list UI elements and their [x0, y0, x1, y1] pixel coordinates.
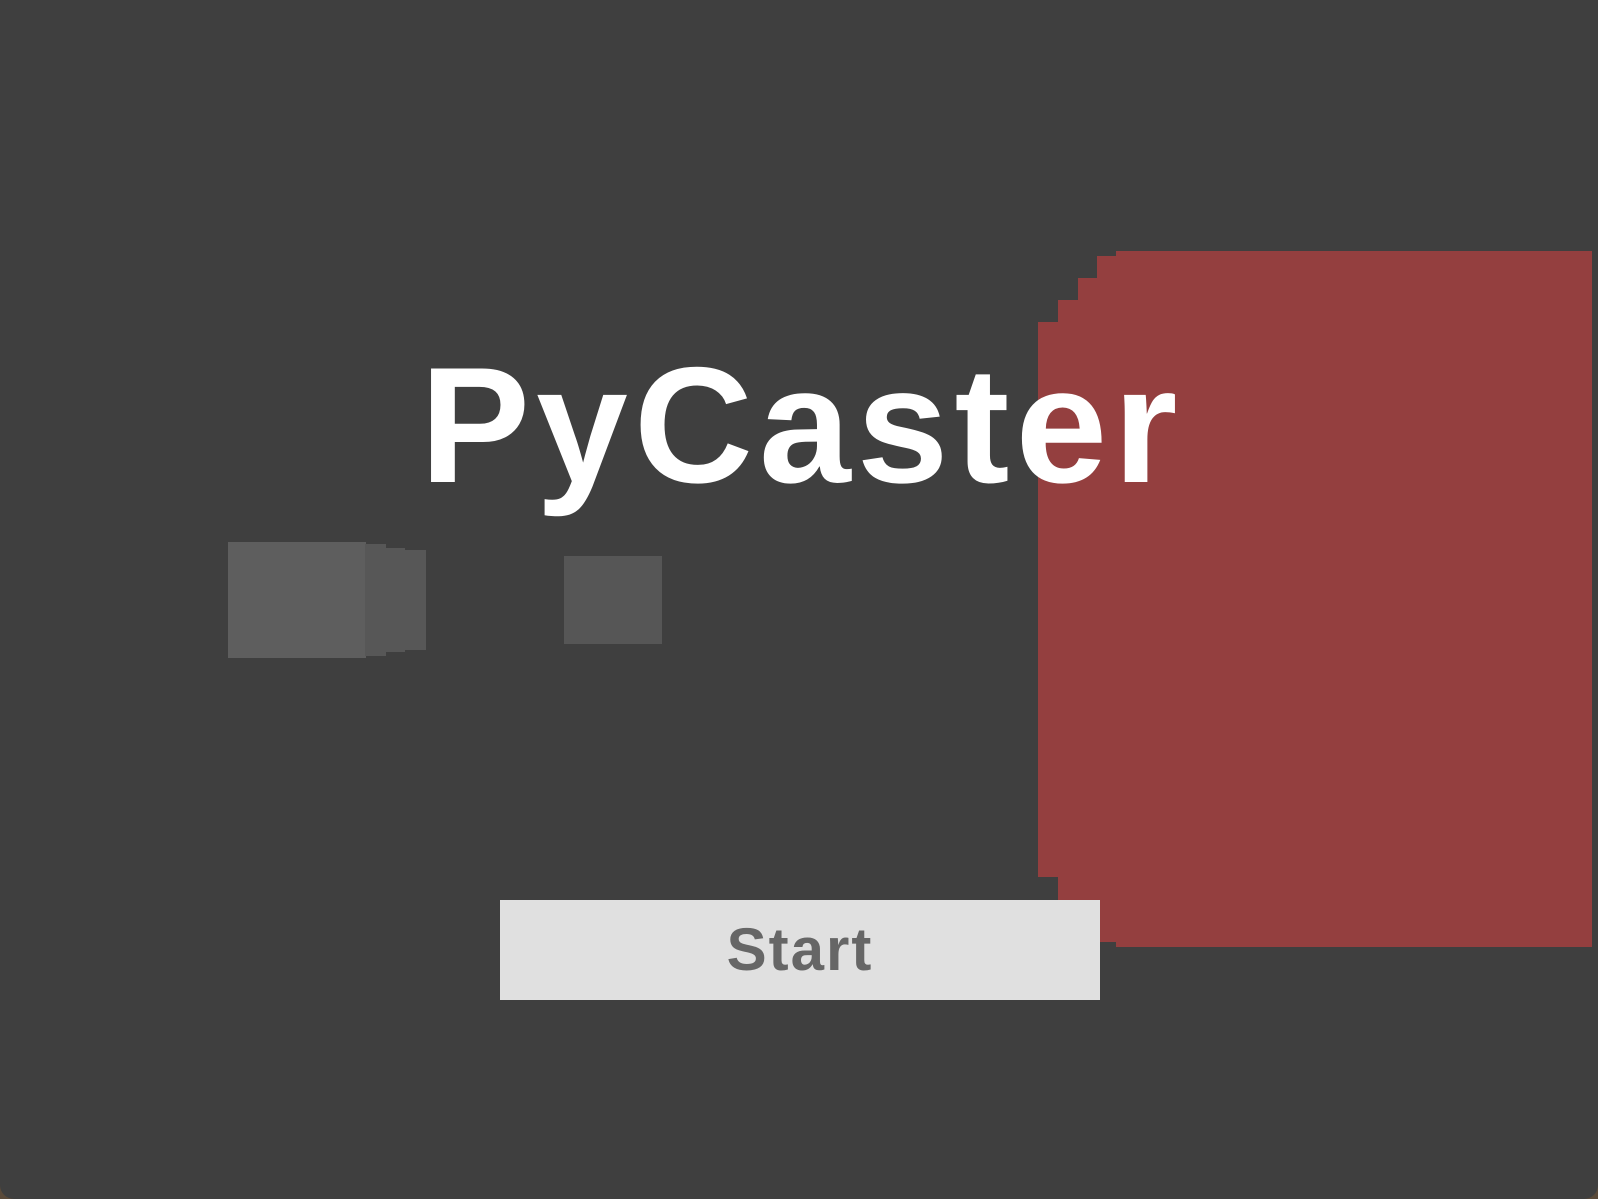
grey-wall-slice	[385, 548, 405, 652]
grey-pillar	[564, 556, 662, 644]
start-button[interactable]: Start	[500, 900, 1100, 1000]
grey-wall-slice	[228, 542, 366, 658]
grey-wall-slice	[404, 550, 426, 650]
game-title: PyCaster	[420, 333, 1184, 517]
game-window: PyCaster Start	[0, 0, 1598, 1199]
red-wall-slice	[1116, 251, 1592, 947]
grey-wall-slice	[365, 544, 386, 656]
